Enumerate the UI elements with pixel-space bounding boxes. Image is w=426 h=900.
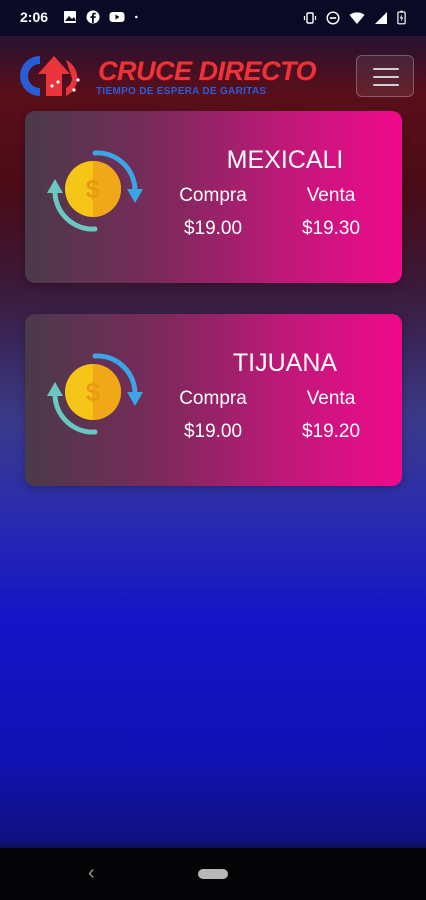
back-icon[interactable]: ‹ [88, 862, 95, 885]
buy-value: $19.00 [183, 421, 243, 442]
buy-value: $19.00 [183, 218, 243, 239]
currency-exchange-icon: $ [47, 353, 143, 435]
logo-subtitle: TIEMPO DE ESPERA DE GARITAS [96, 86, 267, 97]
logo-title: CRUCE DIRECTO [98, 56, 317, 86]
home-pill-icon[interactable] [198, 869, 228, 879]
battery-charging-icon [397, 10, 406, 25]
sell-value: $19.20 [301, 421, 361, 442]
wifi-icon [349, 11, 365, 24]
svg-text:$: $ [86, 174, 101, 204]
system-icons [303, 10, 406, 25]
sell-label: Venta [306, 185, 356, 206]
brand-logo[interactable]: CRUCE DIRECTO TIEMPO DE ESPERA DE GARITA… [16, 52, 317, 100]
exchange-card-mexicali: $ MEXICALI Compra Venta $19.00 $19.30 [25, 111, 402, 283]
cruce-directo-logo-mark [20, 56, 80, 96]
city-name: TIJUANA [232, 349, 338, 377]
facebook-icon [86, 10, 100, 24]
status-time: 2:06 [20, 9, 49, 25]
exchange-card-tijuana: $ TIJUANA Compra Venta $19.00 $19.20 [25, 314, 402, 486]
city-name: MEXICALI [226, 146, 344, 174]
notification-icons [63, 10, 142, 24]
buy-label: Compra [179, 388, 247, 409]
youtube-icon [109, 12, 125, 22]
sell-label: Venta [306, 388, 356, 409]
sell-value: $19.30 [301, 218, 361, 239]
buy-label: Compra [179, 185, 247, 206]
image-icon [64, 11, 76, 23]
currency-exchange-icon: $ [47, 150, 143, 232]
svg-text:$: $ [86, 377, 101, 407]
dot-icon [135, 15, 138, 19]
vibrate-icon [303, 11, 317, 24]
do-not-disturb-icon [326, 10, 340, 25]
menu-toggle-button[interactable] [356, 55, 414, 97]
status-bar: 2:06 [0, 0, 426, 36]
signal-icon [375, 11, 387, 24]
system-navigation-bar: ‹ [0, 848, 426, 900]
